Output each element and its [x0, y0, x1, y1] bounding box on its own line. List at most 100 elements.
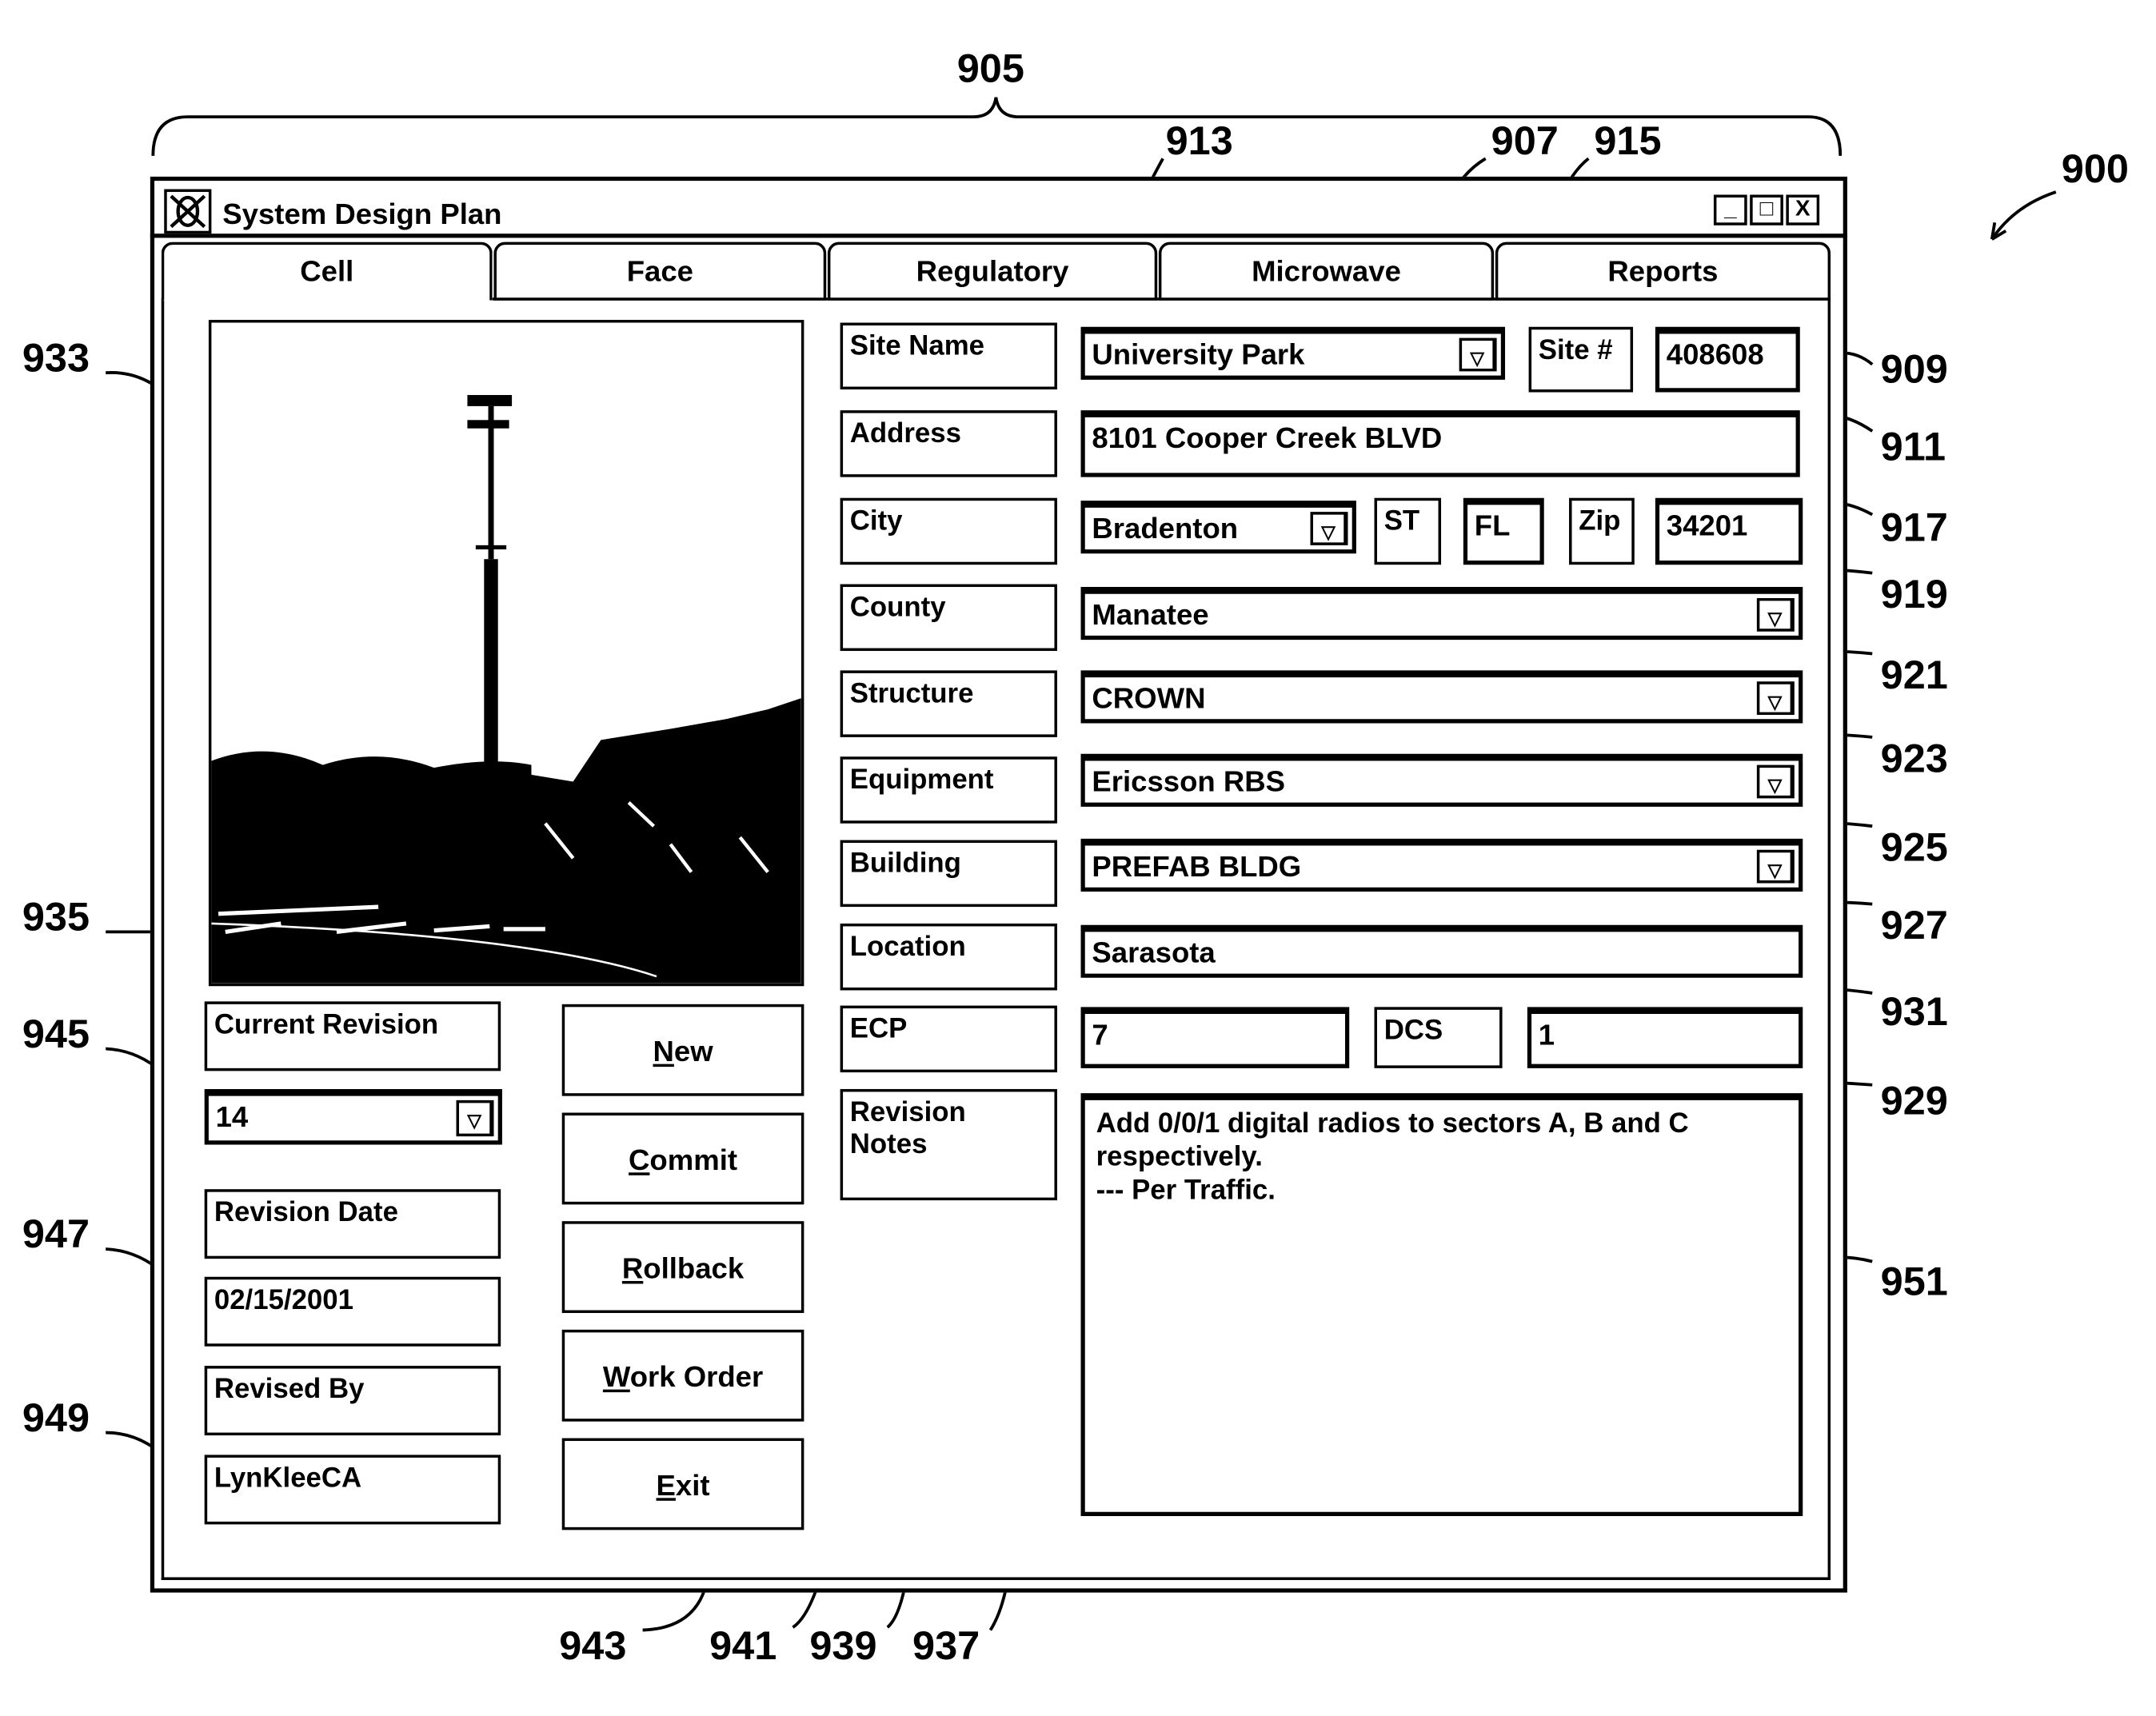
- ref-931: 931: [1880, 990, 1948, 1036]
- app-icon: [164, 189, 212, 234]
- new-label: ew: [673, 1036, 713, 1068]
- state-field[interactable]: FL: [1463, 497, 1544, 565]
- commit-mnemonic: C: [629, 1144, 650, 1177]
- state-label: ST: [1374, 497, 1442, 565]
- new-mnemonic: N: [653, 1036, 674, 1068]
- building-value: PREFAB BLDG: [1092, 851, 1302, 884]
- structure-value: CROWN: [1092, 683, 1206, 716]
- revised-by-field[interactable]: LynKleeCA: [204, 1455, 501, 1525]
- revision-notes-textarea[interactable]: Add 0/0/1 digital radios to sectors A, B…: [1080, 1093, 1803, 1516]
- location-field[interactable]: Sarasota: [1080, 924, 1803, 978]
- ref-941: 941: [709, 1624, 777, 1670]
- ref-900: 900: [2061, 147, 2129, 193]
- dcs-label: DCS: [1374, 1007, 1503, 1068]
- revision-date-label: Revision Date: [204, 1189, 501, 1259]
- patent-figure: 905 900 913 907 915 909 911 917 919 921 …: [0, 0, 2156, 1716]
- equipment-select[interactable]: Ericsson RBS ▽: [1080, 753, 1803, 807]
- revised-by-label: Revised By: [204, 1366, 501, 1436]
- structure-select[interactable]: CROWN ▽: [1080, 670, 1803, 724]
- ref-927: 927: [1880, 904, 1948, 949]
- ref-905: 905: [956, 47, 1024, 92]
- arrow-900: [1990, 190, 2057, 241]
- ref-937: 937: [912, 1624, 980, 1670]
- zip-field[interactable]: 34201: [1655, 497, 1803, 565]
- dropdown-arrow-icon[interactable]: ▽: [1459, 337, 1497, 372]
- dropdown-arrow-icon[interactable]: ▽: [1756, 849, 1795, 884]
- rollback-label: ollback: [643, 1253, 745, 1286]
- site-name-label: Site Name: [840, 322, 1057, 390]
- county-select[interactable]: Manatee ▽: [1080, 587, 1803, 641]
- current-revision-value: 14: [215, 1101, 249, 1134]
- commit-label: ommit: [649, 1144, 738, 1177]
- dropdown-arrow-icon[interactable]: ▽: [1756, 681, 1795, 716]
- ecp-field[interactable]: 7: [1080, 1007, 1350, 1068]
- revision-notes-label: Revision Notes: [840, 1088, 1057, 1201]
- ref-909: 909: [1880, 347, 1948, 393]
- ref-935: 935: [22, 896, 90, 940]
- dropdown-arrow-icon[interactable]: ▽: [1310, 512, 1348, 545]
- tab-cell[interactable]: Cell: [161, 241, 493, 301]
- current-revision-label: Current Revision: [204, 1001, 501, 1072]
- new-button[interactable]: New: [561, 1004, 805, 1096]
- cell-tower-image: [211, 322, 801, 984]
- city-select[interactable]: Bradenton ▽: [1080, 501, 1356, 554]
- ref-911: 911: [1880, 425, 1946, 470]
- building-select[interactable]: PREFAB BLDG ▽: [1080, 838, 1803, 892]
- ref-943: 943: [559, 1624, 627, 1670]
- maximize-button[interactable]: □: [1750, 194, 1783, 225]
- work-order-label: ork Order: [629, 1361, 764, 1394]
- dropdown-arrow-icon[interactable]: ▽: [1756, 597, 1795, 632]
- ref-947: 947: [22, 1212, 90, 1258]
- county-label: County: [840, 584, 1057, 652]
- work-order-button[interactable]: Work Order: [561, 1329, 805, 1422]
- tab-regulatory[interactable]: Regulatory: [827, 241, 1158, 301]
- site-number-field[interactable]: 408608: [1655, 326, 1800, 393]
- ref-951: 951: [1880, 1259, 1948, 1305]
- rollback-button[interactable]: Rollback: [561, 1221, 805, 1313]
- exit-label: xit: [675, 1470, 710, 1502]
- equipment-label: Equipment: [840, 756, 1057, 824]
- ref-923: 923: [1880, 736, 1948, 782]
- dropdown-arrow-icon[interactable]: ▽: [1756, 764, 1795, 799]
- ref-917: 917: [1880, 506, 1948, 551]
- site-number-label: Site #: [1528, 326, 1634, 393]
- close-button[interactable]: X: [1786, 194, 1820, 225]
- site-name-select[interactable]: University Park ▽: [1080, 326, 1506, 380]
- tab-reports[interactable]: Reports: [1495, 241, 1831, 301]
- tab-microwave[interactable]: Microwave: [1158, 241, 1495, 301]
- commit-button[interactable]: Commit: [561, 1112, 805, 1205]
- minimize-button[interactable]: _: [1713, 194, 1747, 225]
- city-value: Bradenton: [1092, 513, 1239, 545]
- county-value: Manatee: [1092, 599, 1209, 632]
- address-label: Address: [840, 410, 1057, 477]
- zip-label: Zip: [1569, 497, 1635, 565]
- exit-button[interactable]: Exit: [561, 1438, 805, 1530]
- window-title: System Design Plan: [222, 198, 502, 231]
- ref-939: 939: [809, 1624, 877, 1670]
- building-label: Building: [840, 840, 1057, 908]
- brace-905: [151, 97, 1843, 156]
- equipment-value: Ericsson RBS: [1092, 766, 1286, 799]
- exit-mnemonic: E: [656, 1470, 676, 1502]
- city-label: City: [840, 497, 1057, 565]
- ref-929: 929: [1880, 1079, 1948, 1124]
- ref-907: 907: [1491, 119, 1559, 165]
- rollback-mnemonic: R: [621, 1253, 644, 1286]
- ref-933: 933: [22, 336, 90, 381]
- structure-label: Structure: [840, 670, 1057, 737]
- ref-925: 925: [1880, 826, 1948, 871]
- work-order-mnemonic: W: [602, 1361, 630, 1394]
- tab-face[interactable]: Face: [493, 241, 827, 301]
- ref-949: 949: [22, 1396, 90, 1442]
- ref-921: 921: [1880, 653, 1948, 699]
- dropdown-arrow-icon[interactable]: ▽: [456, 1099, 494, 1137]
- site-name-value: University Park: [1092, 339, 1305, 372]
- ref-913: 913: [1165, 119, 1233, 165]
- ecp-label: ECP: [840, 1005, 1057, 1073]
- ref-945: 945: [22, 1012, 90, 1057]
- current-revision-select[interactable]: 14 ▽: [204, 1088, 502, 1145]
- revision-date-field[interactable]: 02/15/2001: [204, 1276, 501, 1347]
- site-photo: [208, 320, 805, 987]
- address-field[interactable]: 8101 Cooper Creek BLVD: [1080, 410, 1800, 477]
- dcs-field[interactable]: 1: [1527, 1007, 1803, 1068]
